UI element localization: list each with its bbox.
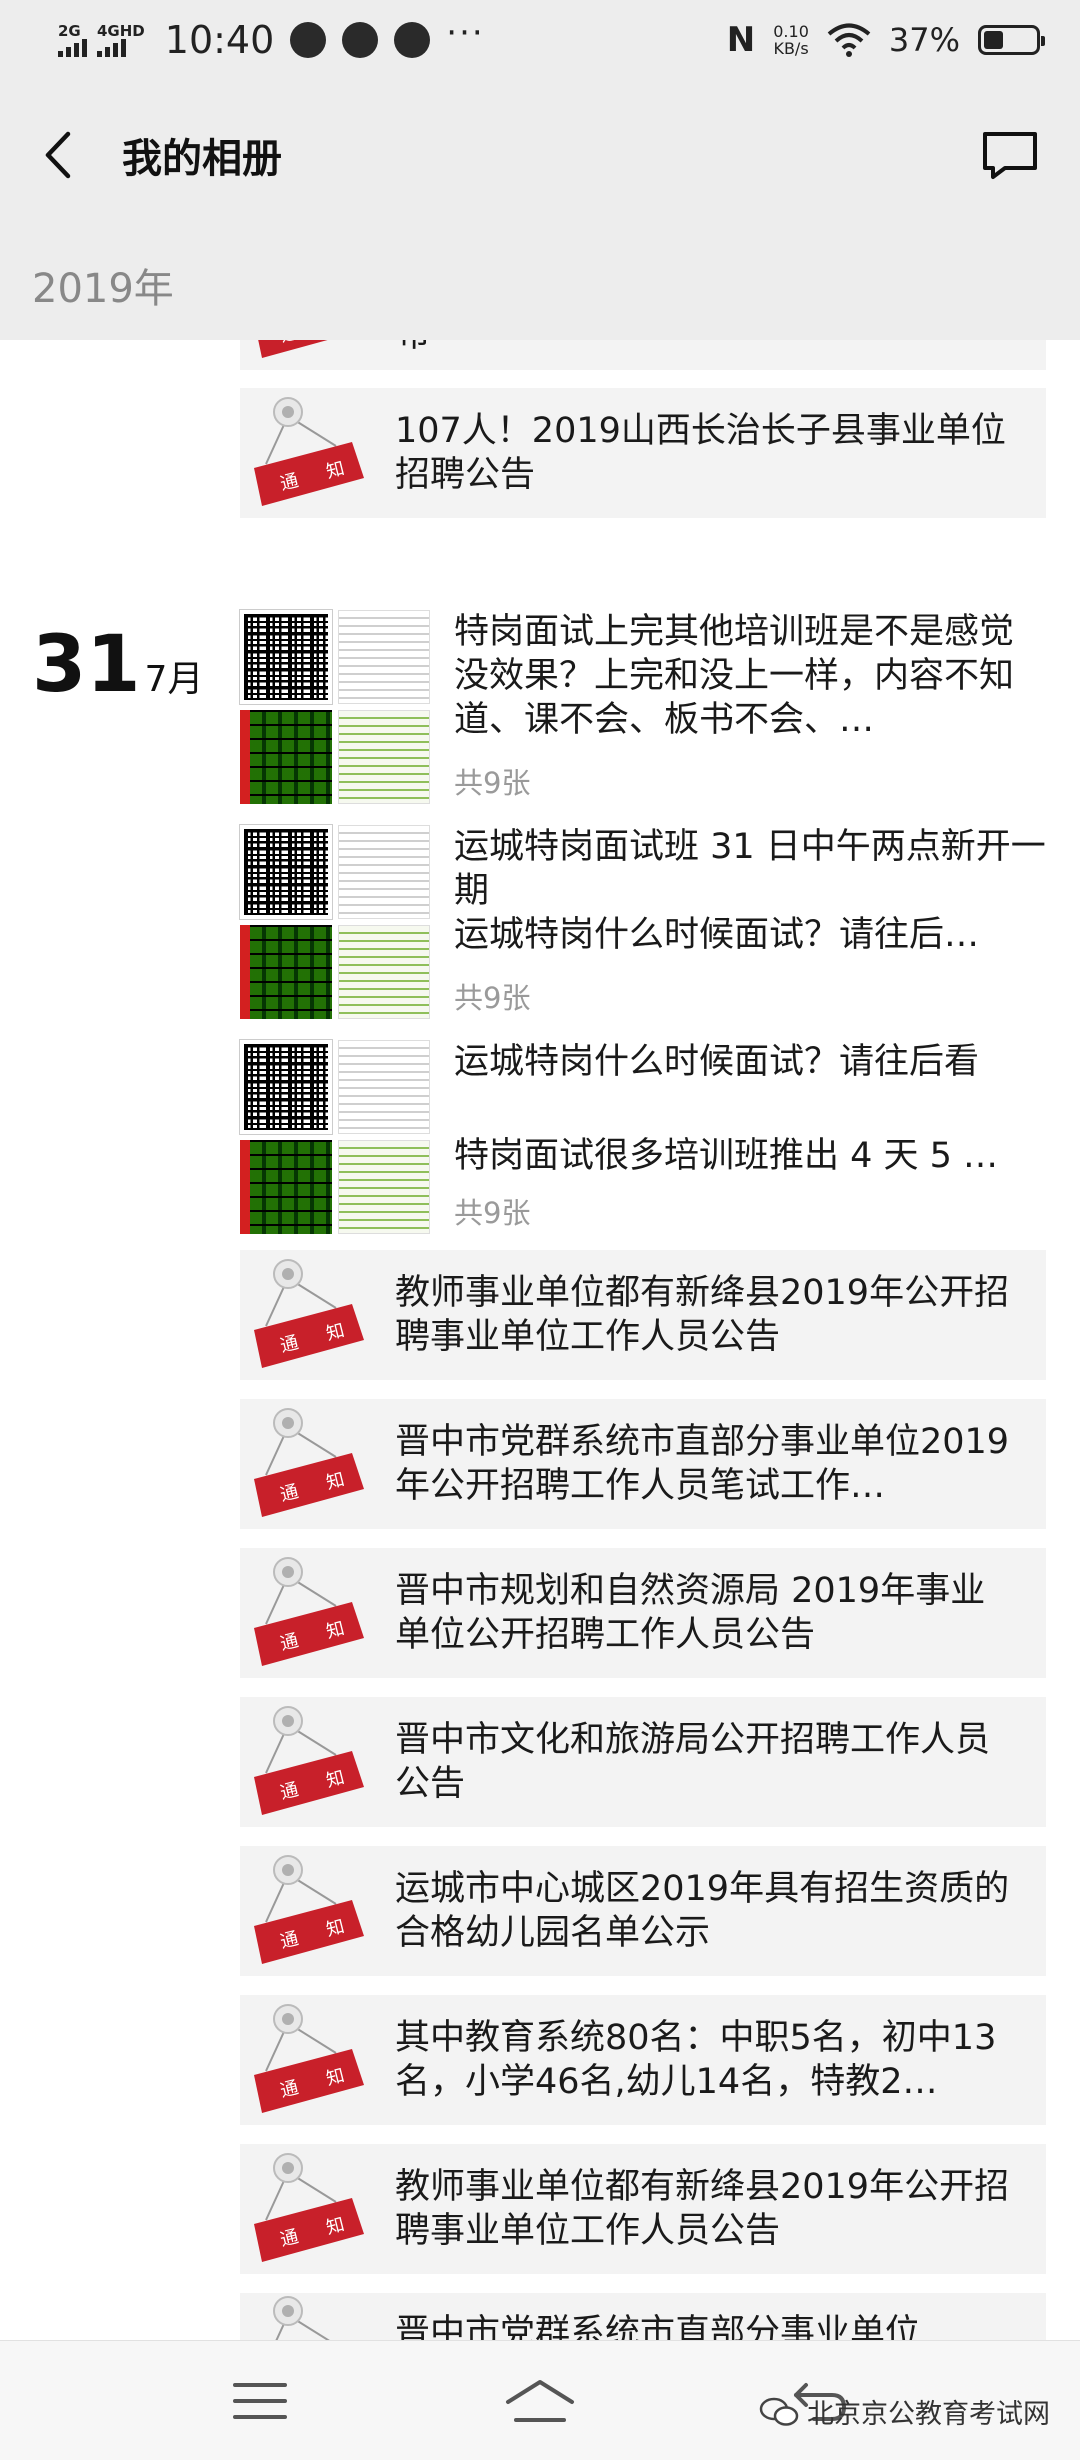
comment-icon xyxy=(983,132,1037,179)
album-item-notice-partial-bottom[interactable]: 通知 晋中市党群系统市直部分事业单位 xyxy=(240,2293,1046,2340)
notice-text: 晋中市文化和旅游局公开招聘工作人员公告 xyxy=(395,1720,991,1804)
back-button[interactable] xyxy=(32,125,82,185)
navigation-app-icon xyxy=(290,22,327,58)
menu-button[interactable] xyxy=(215,2366,305,2436)
nfc-icon: N xyxy=(726,20,756,60)
photo-post-caption: 特岗面试上完其他培训班是不是感觉没效果？上完和没上一样，内容不知道、课不会、板书… xyxy=(454,610,1046,742)
wifi-icon xyxy=(827,23,871,57)
network-2g-label: 2G xyxy=(58,22,81,40)
page-title: 我的相册 xyxy=(122,136,282,182)
watermark: 北京京公教育考试网 xyxy=(759,2392,1050,2431)
caption-line: 特岗面试很多培训班推出 4 天 5 … xyxy=(454,1136,999,1176)
caption-line: 特岗面试上完其他培训班是不是感觉没效果？上完和没上一样，内容不知道、课不会、板书… xyxy=(454,612,1015,740)
status-bar: 2G 4GHD 10:40 ··· N 0.10 KB/s 37% xyxy=(0,0,1080,80)
schedule-thumbnail xyxy=(240,1140,332,1234)
notice-text: 教师事业单位都有新绛县2019年公开招聘事业单位工作人员公告 xyxy=(395,2167,1010,2251)
network-4g-label: 4GHD xyxy=(97,22,145,40)
notice-text: 教师事业单位都有新绛县2019年公开招聘事业单位工作人员公告 xyxy=(395,1273,1010,1357)
notice-badge-icon: 通知 xyxy=(273,2296,330,2340)
qr-code-thumbnail xyxy=(239,824,333,920)
network-speed-value: 0.10 xyxy=(773,22,809,41)
album-item-notice[interactable]: 通知 教师事业单位都有新绛县2019年公开招聘事业单位工作人员公告 xyxy=(240,1250,1046,1380)
notice-text: 107人！2019山西长治长子县事业单位招聘公告 xyxy=(395,411,1006,495)
battery-icon xyxy=(978,25,1045,55)
notice-text: 布 xyxy=(395,340,1015,357)
battery-percent: 37% xyxy=(888,21,960,59)
date-day: 31 xyxy=(32,620,141,710)
album-item-notice[interactable]: 通知 教师事业单位都有新绛县2019年公开招聘事业单位工作人员公告 xyxy=(240,2144,1046,2274)
album-item-notice[interactable]: 通知 107人！2019山西长治长子县事业单位招聘公告 xyxy=(240,388,1046,518)
home-icon xyxy=(506,2379,574,2422)
album-item-photo-post[interactable]: 运城特岗什么时候面试？请往后看 特岗面试很多培训班推出 4 天 5 … 共9张 xyxy=(239,1039,1046,1240)
document-thumbnail xyxy=(338,1040,430,1134)
notice-badge-icon: 通知 xyxy=(254,1259,364,1368)
album-item-notice[interactable]: 通知 晋中市文化和旅游局公开招聘工作人员公告 xyxy=(240,1697,1046,1827)
date-month: 7月 xyxy=(144,659,204,700)
notice-text: 运城市中心城区2019年具有招生资质的合格幼儿园名单公示 xyxy=(395,1869,1010,1953)
qr-code-thumbnail xyxy=(239,1039,333,1135)
document-thumbnail xyxy=(338,610,430,704)
watermark-text: 北京京公教育考试网 xyxy=(807,2399,1050,2430)
signal-2g-icon: 2G xyxy=(58,23,87,57)
wechat-icon xyxy=(342,22,379,58)
wechat-logo-icon xyxy=(759,2397,799,2426)
notice-badge-icon: 通知 xyxy=(254,1557,364,1666)
status-time: 10:40 xyxy=(164,18,275,62)
notice-badge-icon: 通知 xyxy=(258,340,328,358)
document-thumbnail xyxy=(338,825,430,919)
album-item-photo-post[interactable]: 运城特岗面试班 31 日中午两点新开一期 运城特岗什么时候面试？请往后… 共9张 xyxy=(239,824,1046,1025)
photo-post-caption: 运城特岗面试班 31 日中午两点新开一期 运城特岗什么时候面试？请往后… xyxy=(454,825,1046,957)
album-item-notice[interactable]: 通知 晋中市党群系统市直部分事业单位2019年公开招聘工作人员笔试工作… xyxy=(240,1399,1046,1529)
notice-badge-icon: 通知 xyxy=(254,1706,364,1815)
menu-icon xyxy=(233,2382,287,2419)
home-button[interactable] xyxy=(495,2366,585,2436)
album-item-notice-partial-top[interactable]: 通知 布 xyxy=(240,340,1046,370)
photo-thumbnail-grid xyxy=(239,1039,430,1234)
notice-text: 其中教育系统80名：中职5名，初中13名，小学46名,幼儿14名，特教2… xyxy=(395,2018,997,2102)
battery-level xyxy=(984,31,1003,49)
more-notifications-icon: ··· xyxy=(446,13,485,53)
album-item-notice[interactable]: 通知 其中教育系统80名：中职5名，初中13名，小学46名,幼儿14名，特教2… xyxy=(240,1995,1046,2125)
album-item-notice[interactable]: 通知 晋中市规划和自然资源局 2019年事业单位公开招聘工作人员公告 xyxy=(240,1548,1046,1678)
notice-badge-icon: 通知 xyxy=(254,2153,364,2262)
notice-text: 晋中市党群系统市直部分事业单位2019年公开招聘工作人员笔试工作… xyxy=(395,1422,1010,1506)
document-thumbnail xyxy=(338,925,430,1019)
album-item-photo-post[interactable]: 特岗面试上完其他培训班是不是感觉没效果？上完和没上一样，内容不知道、课不会、板书… xyxy=(239,609,1046,810)
schedule-thumbnail xyxy=(240,925,332,1019)
notice-text: 晋中市党群系统市直部分事业单位 xyxy=(395,2313,921,2340)
caption-line: 运城特岗面试班 31 日中午两点新开一期 xyxy=(454,827,1046,911)
document-thumbnail xyxy=(338,710,430,804)
caption-line: 运城特岗什么时候面试？请往后看 xyxy=(454,1042,980,1082)
network-speed: 0.10 KB/s xyxy=(773,23,809,57)
signal-4g-icon: 4GHD xyxy=(97,23,145,57)
album-item-notice[interactable]: 通知 运城市中心城区2019年具有招生资质的合格幼儿园名单公示 xyxy=(240,1846,1046,1976)
qr-code-thumbnail xyxy=(239,609,333,705)
year-section-header: 2019年 xyxy=(0,230,1080,340)
messages-button[interactable] xyxy=(980,125,1040,185)
album-feed[interactable]: 通知 布 通知 107人！2019山西长治长子县事业单位招聘公告 31 7月 特… xyxy=(0,340,1080,2340)
network-speed-unit: KB/s xyxy=(773,39,809,58)
notice-text: 晋中市规划和自然资源局 2019年事业单位公开招聘工作人员公告 xyxy=(395,1571,986,1655)
notice-badge-icon: 通知 xyxy=(254,397,364,506)
document-thumbnail xyxy=(338,1140,430,1234)
header-bar: 我的相册 xyxy=(0,80,1080,230)
photo-count: 共9张 xyxy=(454,766,531,800)
notice-badge-icon: 通知 xyxy=(254,2004,364,2113)
photo-thumbnail-grid xyxy=(239,824,430,1019)
photo-count: 共9张 xyxy=(454,1196,531,1230)
date-group-31-july: 31 7月 xyxy=(32,620,203,710)
chevron-left-icon xyxy=(45,131,71,179)
notice-badge-icon: 通知 xyxy=(254,1855,364,1964)
photo-thumbnail-grid xyxy=(239,609,430,804)
qq-browser-icon xyxy=(394,22,431,58)
year-label: 2019年 xyxy=(32,266,174,312)
caption-line: 运城特岗什么时候面试？请往后… xyxy=(454,915,980,955)
photo-count: 共9张 xyxy=(454,981,531,1015)
photo-post-caption: 运城特岗什么时候面试？请往后看 特岗面试很多培训班推出 4 天 5 … xyxy=(454,1040,1046,1178)
notice-badge-icon: 通知 xyxy=(254,1408,364,1517)
schedule-thumbnail xyxy=(240,710,332,804)
